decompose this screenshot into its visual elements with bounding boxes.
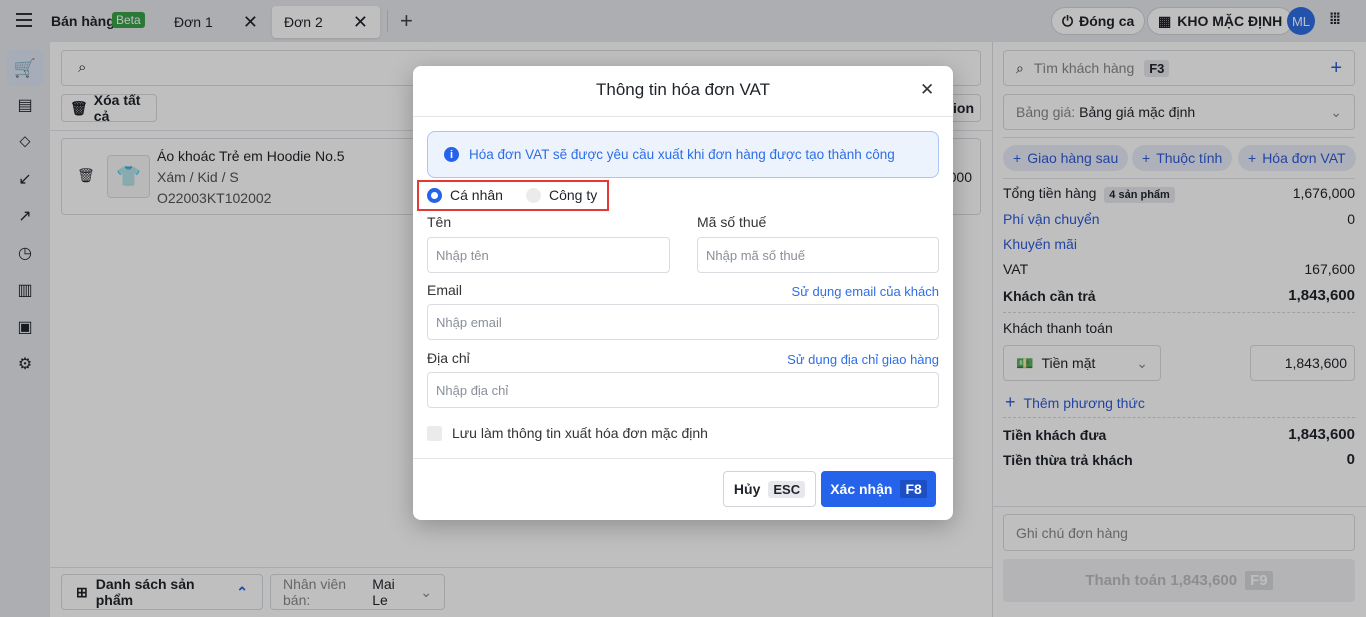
address-input[interactable]: Nhập địa chỉ: [427, 372, 939, 408]
close-icon[interactable]: ✕: [920, 80, 934, 100]
use-shipping-address-link[interactable]: Sử dụng địa chỉ giao hàng: [787, 352, 939, 367]
dialog-title: Thông tin hóa đơn VAT: [595, 80, 770, 99]
vat-invoice-dialog: Thông tin hóa đơn VAT ✕ i Hóa đơn VAT sẽ …: [413, 66, 953, 520]
radio-label: Cá nhân: [450, 187, 503, 203]
confirm-label: Xác nhận: [830, 481, 893, 497]
divider: [413, 116, 953, 117]
email-label: Email: [427, 282, 463, 298]
radio-individual[interactable]: Cá nhân: [427, 187, 503, 203]
radio-company[interactable]: Công ty: [526, 187, 597, 203]
info-alert: i Hóa đơn VAT sẽ được yêu cầu xuất khi đơ…: [427, 131, 939, 178]
email-input[interactable]: Nhập email: [427, 304, 939, 340]
checkbox-icon: [427, 425, 442, 441]
tax-code-input[interactable]: Nhập mã số thuế: [697, 237, 939, 273]
divider: [413, 458, 953, 459]
use-customer-email-link[interactable]: Sử dụng email của khách: [792, 284, 939, 299]
radio-label: Công ty: [549, 187, 598, 203]
name-input[interactable]: Nhập tên: [427, 237, 670, 273]
radio-checked-icon: [427, 187, 442, 203]
cancel-label: Hủy: [733, 481, 761, 497]
cancel-button[interactable]: Hủy ESC: [723, 471, 816, 507]
tax-label: Mã số thuế: [697, 214, 767, 230]
info-icon: i: [444, 147, 459, 162]
shortcut-badge: F8: [900, 480, 927, 498]
info-text: Hóa đơn VAT sẽ được yêu cầu xuất khi đơn…: [469, 147, 895, 162]
radio-unchecked-icon: [526, 187, 541, 203]
shortcut-badge: ESC: [768, 480, 806, 498]
save-default-checkbox[interactable]: Lưu làm thông tin xuất hóa đơn mặc định: [427, 425, 708, 441]
address-label: Địa chỉ: [427, 350, 470, 366]
name-label: Tên: [427, 214, 452, 230]
checkbox-label: Lưu làm thông tin xuất hóa đơn mặc định: [452, 425, 708, 441]
confirm-button[interactable]: Xác nhận F8: [821, 471, 936, 507]
